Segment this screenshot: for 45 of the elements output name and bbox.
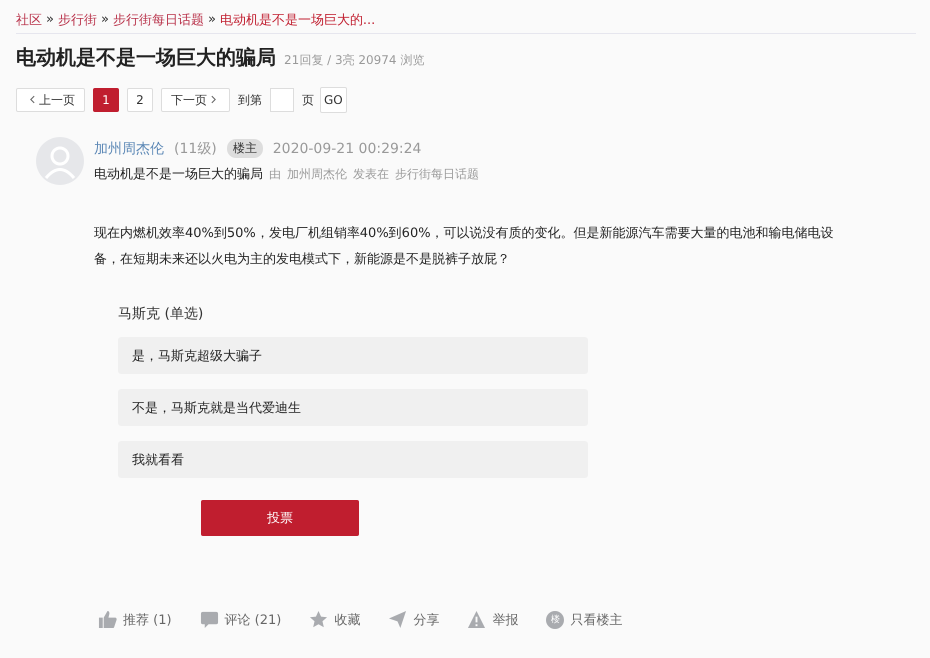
page-input-field[interactable]	[270, 88, 294, 112]
action-link[interactable]: 分享	[388, 610, 440, 629]
breadcrumb-link[interactable]: 电动机是不是一场巨大的...	[220, 10, 376, 28]
author-link[interactable]: 加州周杰伦	[94, 140, 164, 158]
thumbs-up-icon	[98, 610, 117, 629]
chevron-left-icon	[30, 94, 35, 104]
warning-icon	[467, 610, 486, 629]
owner-badge: 楼主	[226, 139, 263, 158]
owner-only-icon: 楼	[546, 610, 564, 628]
breadcrumb-link[interactable]: 社区	[16, 10, 42, 28]
breadcrumb-separator: »	[46, 12, 54, 27]
go-button[interactable]: GO	[320, 87, 347, 113]
post-subject: 电动机是不是一场巨大的骗局	[94, 166, 263, 183]
paper-plane-icon	[388, 610, 408, 629]
speech-bubble-icon	[200, 610, 219, 629]
next-page-button[interactable]: 下一页	[161, 88, 230, 112]
post-body: 现在内燃机效率40%到50%，发电厂机组销率40%到60%，可以说没有质的变化。但是新能源汽车需要大量的电池和输电储电设备，在短期未来还以火电为主的发电模式下，新能源是不是脱裤子放屁？	[94, 225, 835, 269]
by-label: 由	[269, 166, 281, 183]
chevron-right-icon	[211, 94, 216, 104]
thread-stats: 21回复 / 3亮 20974 浏览	[284, 52, 424, 69]
prev-page-button[interactable]: 上一页	[16, 88, 85, 112]
action-link[interactable]: 举报	[467, 610, 518, 629]
goto-label: 到第	[238, 92, 262, 108]
poll-option[interactable]: 不是，马斯克就是当代爱迪生	[118, 389, 588, 426]
breadcrumb-link[interactable]: 步行街	[58, 10, 97, 28]
thread-title: 电动机是不是一场巨大的骗局	[16, 44, 276, 71]
breadcrumb-link[interactable]: 步行街每日话题	[112, 10, 204, 28]
action-link[interactable]: 评论 (21)	[200, 610, 282, 629]
star-icon	[309, 610, 328, 629]
vote-button[interactable]: 投票	[201, 500, 359, 536]
poll-title: 马斯克 (单选)	[118, 305, 204, 323]
page-unit-label: 页	[302, 92, 314, 108]
user-level: (11级)	[174, 140, 217, 158]
poll-option[interactable]: 是，马斯克超级大骗子	[118, 337, 588, 374]
page-button[interactable]: 1	[93, 88, 119, 112]
action-link[interactable]: 楼 只看楼主	[546, 610, 622, 629]
action-link[interactable]: 推荐 (1)	[98, 610, 172, 629]
avatar-icon[interactable]	[36, 137, 84, 185]
page-button[interactable]: 2	[127, 88, 153, 112]
breadcrumb-separator: »	[208, 12, 216, 27]
action-link[interactable]: 收藏	[309, 610, 360, 629]
poll-option[interactable]: 我就看看	[118, 441, 588, 478]
breadcrumb-separator: »	[100, 12, 109, 27]
posted-in-label: 发表在	[353, 166, 389, 183]
post-time: 2020-09-21 00:29:24	[272, 140, 422, 156]
